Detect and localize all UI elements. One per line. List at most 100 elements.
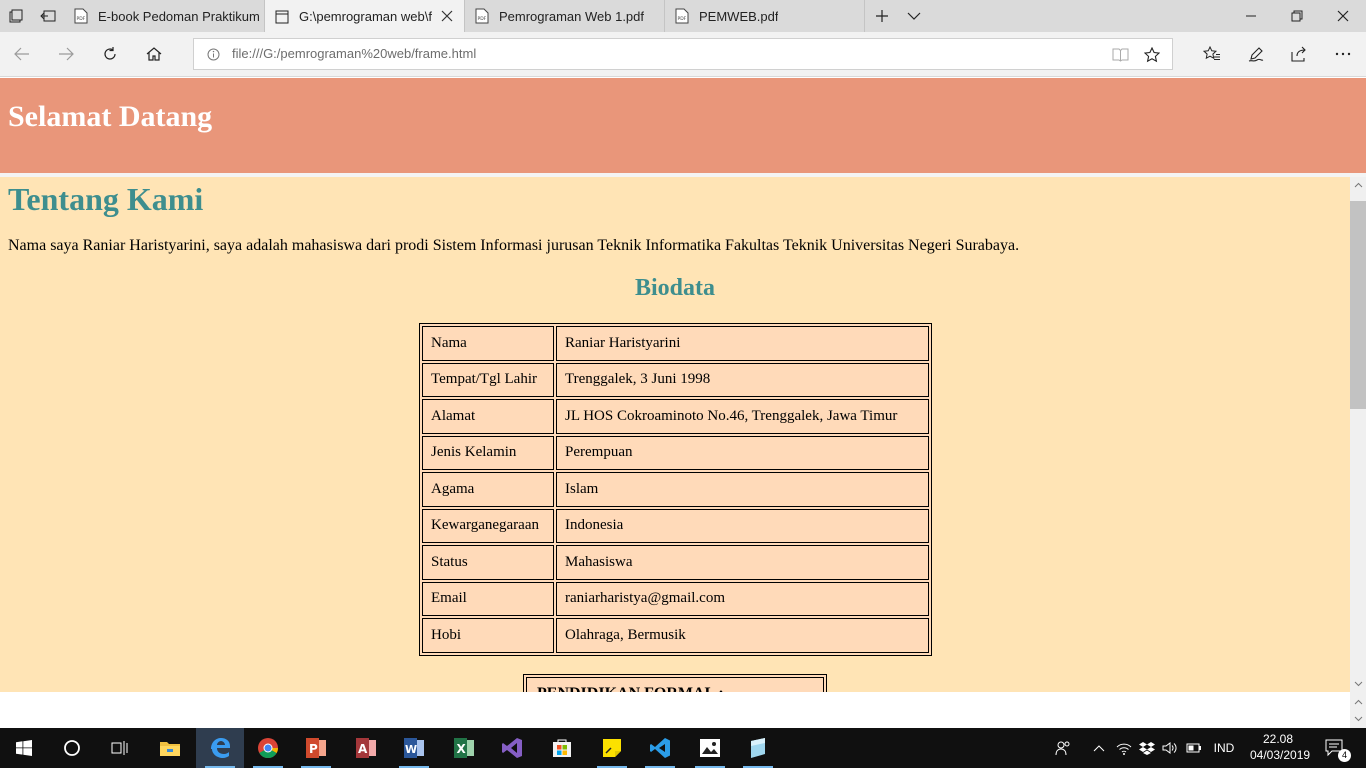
row-value: Perempuan — [556, 435, 929, 470]
refresh-icon[interactable] — [94, 38, 126, 70]
table-row: Agama Islam — [422, 472, 929, 507]
restore-icon[interactable] — [1274, 0, 1320, 32]
reading-view-icon[interactable] — [1112, 47, 1129, 62]
table-row: Nama Raniar Haristyarini — [422, 326, 929, 361]
close-window-icon[interactable] — [1320, 0, 1366, 32]
education-table: PENDIDIKAN FORMAL : — [523, 674, 827, 692]
address-url: file:///G:/pemrograman%20web/frame.html — [232, 46, 477, 61]
row-value: Indonesia — [556, 508, 929, 543]
welcome-heading: Selamat Datang — [8, 100, 213, 133]
tab-preview-chevron-icon[interactable] — [898, 0, 930, 32]
file-explorer-icon[interactable] — [146, 728, 194, 768]
input-language-indicator[interactable]: IND — [1208, 728, 1240, 768]
visual-studio-icon[interactable] — [488, 728, 536, 768]
row-label: Kewarganegaraan — [422, 508, 554, 543]
task-view-icon[interactable] — [96, 728, 144, 768]
action-center-icon[interactable]: 4 — [1318, 728, 1352, 768]
row-value: Trenggalek, 3 Juni 1998 — [556, 362, 929, 397]
browser-tab-strip: PDF E-book Pedoman Praktikum G:\pemrogra… — [0, 0, 1366, 33]
set-aside-tabs-icon[interactable] — [32, 0, 64, 32]
vscode-icon[interactable] — [636, 728, 684, 768]
browser-tab-active[interactable]: G:\pemrograman web\f — [265, 0, 465, 33]
tab-title: G:\pemrograman web\f — [299, 9, 432, 24]
row-value: Islam — [556, 472, 929, 507]
pdf-icon: PDF — [475, 8, 489, 24]
close-tab-icon[interactable] — [440, 9, 454, 23]
pen-notes-icon[interactable] — [1240, 38, 1272, 70]
content-vertical-scrollbar[interactable] — [1350, 177, 1366, 692]
pdf-icon: PDF — [74, 8, 88, 24]
scroll-up-icon[interactable] — [1350, 694, 1366, 710]
dropbox-icon[interactable] — [1137, 728, 1157, 768]
share-icon[interactable] — [1283, 38, 1315, 70]
word-icon[interactable]: W — [390, 728, 438, 768]
cortana-search-icon[interactable] — [48, 728, 96, 768]
new-tab-icon[interactable] — [866, 0, 898, 32]
battery-icon[interactable] — [1184, 728, 1204, 768]
table-row: Alamat JL HOS Cokroaminoto No.46, Trengg… — [422, 399, 929, 434]
more-menu-icon[interactable] — [1327, 38, 1359, 70]
start-windows-icon[interactable] — [0, 728, 48, 768]
favorites-hub-icon[interactable] — [1196, 38, 1228, 70]
table-row: Kewarganegaraan Indonesia — [422, 508, 929, 543]
volume-icon[interactable] — [1160, 728, 1180, 768]
tab-title: PEMWEB.pdf — [699, 8, 779, 24]
show-hidden-icons-chevron-icon[interactable] — [1090, 728, 1108, 768]
scrollbar-thumb[interactable] — [1350, 201, 1366, 409]
wifi-icon[interactable] — [1114, 728, 1134, 768]
favorite-star-icon[interactable] — [1144, 47, 1160, 63]
photos-icon[interactable] — [686, 728, 734, 768]
row-label: Email — [422, 581, 554, 616]
row-value: Mahasiswa — [556, 545, 929, 580]
scroll-down-icon[interactable] — [1350, 676, 1366, 692]
excel-icon[interactable]: X — [440, 728, 488, 768]
chrome-icon[interactable] — [244, 728, 292, 768]
tab-title: Pemrograman Web 1.pdf — [499, 8, 644, 24]
table-row: Status Mahasiswa — [422, 545, 929, 580]
home-icon[interactable] — [138, 38, 170, 70]
people-icon[interactable] — [1052, 728, 1074, 768]
bottom-frame — [0, 692, 1350, 728]
table-row: Hobi Olahraga, Bermusik — [422, 618, 929, 653]
back-icon[interactable] — [6, 38, 38, 70]
row-label: Jenis Kelamin — [422, 435, 554, 470]
row-value: raniarharistya@gmail.com — [556, 581, 929, 616]
scroll-up-icon[interactable] — [1350, 177, 1366, 193]
row-label: Alamat — [422, 399, 554, 434]
row-label: Tempat/Tgl Lahir — [422, 362, 554, 397]
tab-manager-icon[interactable] — [0, 0, 32, 32]
system-clock[interactable]: 22.08 04/03/2019 — [1250, 731, 1310, 763]
svg-text:A: A — [358, 742, 368, 756]
svg-text:P: P — [309, 742, 318, 756]
sticky-notes-icon[interactable] — [588, 728, 636, 768]
row-label: Status — [422, 545, 554, 580]
pdf-icon: PDF — [675, 8, 689, 24]
svg-text:PDF: PDF — [77, 16, 86, 22]
svg-text:W: W — [405, 743, 417, 756]
notification-count-badge: 4 — [1338, 749, 1351, 762]
windows-taskbar: P A W X IND 22.08 04/03/2019 4 — [0, 728, 1366, 768]
intro-paragraph: Nama saya Raniar Haristyarini, saya adal… — [8, 237, 1020, 254]
minimize-icon[interactable] — [1228, 0, 1274, 32]
forward-icon[interactable] — [50, 38, 82, 70]
browser-tab[interactable]: PDF E-book Pedoman Praktikum — [64, 0, 265, 32]
row-value: Olahraga, Bermusik — [556, 618, 929, 653]
browser-tab[interactable]: PDF PEMWEB.pdf — [665, 0, 865, 32]
bottom-frame-scrollbar[interactable] — [1350, 692, 1366, 728]
app-icon[interactable] — [734, 728, 782, 768]
row-label: Hobi — [422, 618, 554, 653]
store-icon[interactable] — [538, 728, 586, 768]
header-frame: Selamat Datang — [0, 78, 1366, 173]
access-icon[interactable]: A — [342, 728, 390, 768]
education-heading: PENDIDIKAN FORMAL : — [526, 677, 824, 692]
edge-icon[interactable] — [196, 728, 244, 768]
info-icon[interactable] — [207, 48, 220, 61]
browser-tab[interactable]: PDF Pemrograman Web 1.pdf — [465, 0, 665, 32]
powerpoint-icon[interactable]: P — [292, 728, 340, 768]
clock-time: 22.08 — [1262, 732, 1294, 746]
row-label: Agama — [422, 472, 554, 507]
biodata-table: Nama Raniar Haristyarini Tempat/Tgl Lahi… — [419, 323, 932, 656]
scroll-down-icon[interactable] — [1350, 711, 1366, 727]
table-row: Tempat/Tgl Lahir Trenggalek, 3 Juni 1998 — [422, 362, 929, 397]
address-bar[interactable]: file:///G:/pemrograman%20web/frame.html — [193, 38, 1173, 70]
